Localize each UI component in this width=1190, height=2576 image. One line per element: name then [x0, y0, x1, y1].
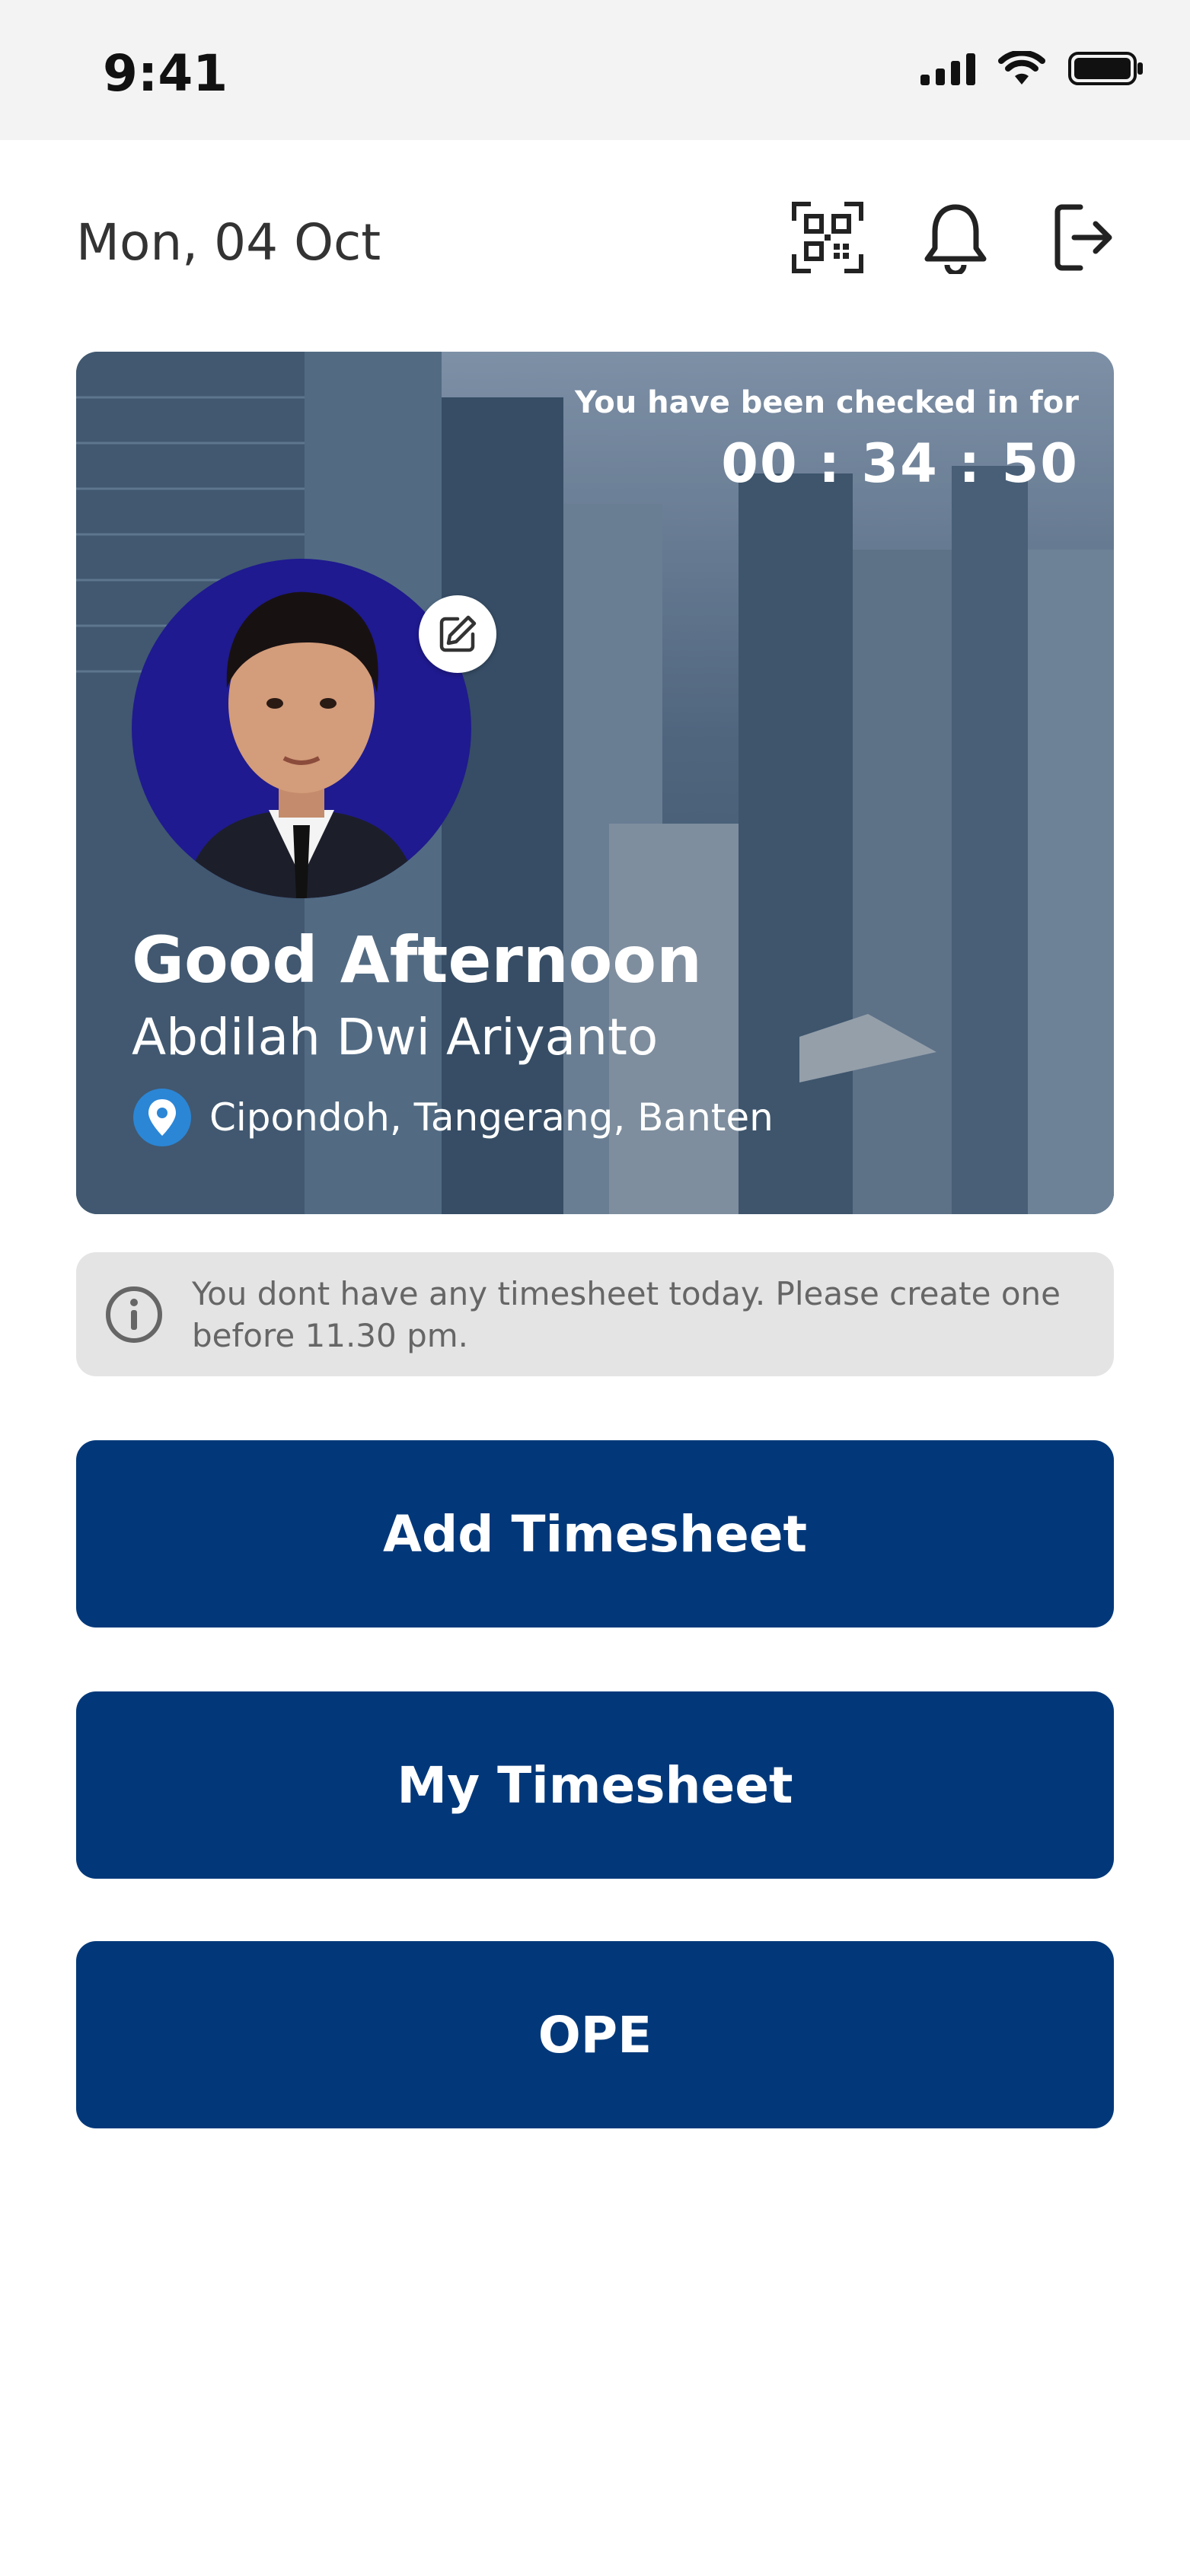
- header-date: Mon, 04 Oct: [76, 213, 381, 272]
- status-bar: 9:41: [0, 0, 1190, 140]
- my-timesheet-button[interactable]: My Timesheet: [76, 1691, 1114, 1879]
- edit-icon: [439, 615, 477, 652]
- info-icon: [106, 1286, 162, 1343]
- header-actions: [790, 199, 1121, 276]
- qr-scan-icon: [792, 202, 863, 273]
- status-time: 9:41: [103, 44, 228, 103]
- wifi-icon: [998, 51, 1045, 84]
- avatar[interactable]: [132, 559, 471, 898]
- battery-icon: [1068, 52, 1143, 85]
- timesheet-reminder-banner: You dont have any timesheet today. Pleas…: [76, 1252, 1114, 1376]
- logout-icon: [1054, 204, 1112, 271]
- location-text: Cipondoh, Tangerang, Banten: [209, 1095, 774, 1140]
- qr-scan-button[interactable]: [790, 199, 866, 276]
- cellular-signal-icon: [920, 52, 975, 85]
- bell-icon: [924, 204, 987, 274]
- checkin-card: You have been checked in for 00 : 34 : 5…: [76, 352, 1114, 1214]
- location: Cipondoh, Tangerang, Banten: [132, 1087, 774, 1148]
- greeting: Good Afternoon: [132, 923, 702, 997]
- checkin-timer: 00 : 34 : 50: [721, 432, 1079, 495]
- location-pin-icon: [133, 1089, 191, 1146]
- ope-button[interactable]: OPE: [76, 1941, 1114, 2128]
- checkin-label: You have been checked in for: [574, 385, 1079, 420]
- notification-button[interactable]: [917, 199, 994, 276]
- user-name: Abdilah Dwi Ariyanto: [132, 1008, 659, 1066]
- reminder-message: You dont have any timesheet today. Pleas…: [192, 1274, 1061, 1354]
- profile-photo: [185, 591, 418, 898]
- add-timesheet-button[interactable]: Add Timesheet: [76, 1440, 1114, 1628]
- edit-photo-button[interactable]: [419, 595, 496, 673]
- logout-button[interactable]: [1045, 199, 1121, 276]
- status-icons: [920, 50, 1144, 87]
